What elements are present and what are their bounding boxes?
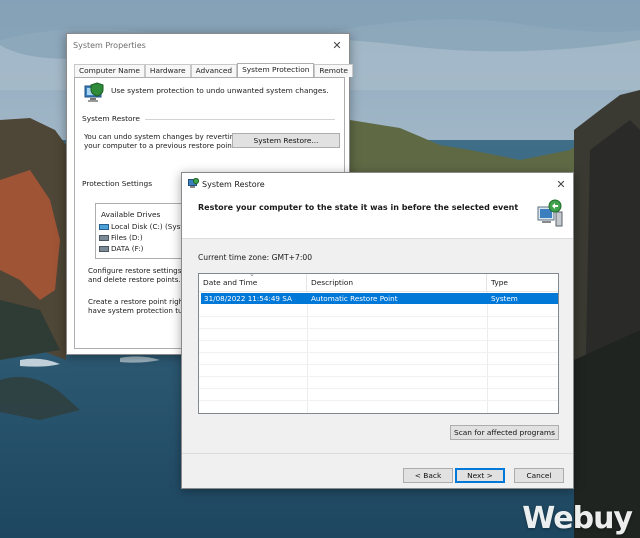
tab-strip: Computer Name Hardware Advanced System P… [74,63,353,77]
system-properties-titlebar[interactable]: System Properties ✕ [67,34,349,56]
tab-computer-name[interactable]: Computer Name [74,64,145,77]
wizard-heading: Restore your computer to the state it wa… [198,203,519,212]
restore-points-table: ⌄ Date and Time Description Type 31/08/2… [198,273,559,414]
row-divider [199,328,558,329]
column-header-type[interactable]: Type [487,274,558,292]
close-icon[interactable]: ✕ [553,176,569,192]
drive-icon [99,223,109,230]
drive-label: DATA (F:) [111,244,144,253]
column-header-date-time-label: Date and Time [203,278,258,287]
column-divider [487,292,488,413]
system-restore-icon [188,177,200,191]
row-divider [199,388,558,389]
back-button[interactable]: < Back [403,468,453,483]
drive-icon [99,245,109,252]
next-button[interactable]: Next > [455,468,505,483]
row-divider [199,316,558,317]
cell-type: System [491,294,518,303]
system-protection-icon [83,82,105,106]
configure-text-line2: and delete restore points. [88,275,181,284]
system-restore-window: System Restore ✕ Restore your computer t… [181,172,574,489]
system-properties-title: System Properties [73,40,146,50]
group-divider [145,119,335,120]
row-divider [199,400,558,401]
row-divider [199,364,558,365]
restore-description-line2: your computer to a previous restore poin… [84,141,237,150]
cell-date-time: 31/08/2022 11:54:49 SA [204,294,292,303]
drive-row-f[interactable]: DATA (F:) [99,244,143,253]
cell-description: Automatic Restore Point [311,294,398,303]
create-text-line2: have system protection turne [88,306,195,315]
system-restore-titlebar[interactable]: System Restore ✕ [182,173,573,195]
tab-advanced[interactable]: Advanced [190,64,238,77]
table-header-row: ⌄ Date and Time Description Type [199,274,558,292]
sort-arrow-icon: ⌄ [249,273,255,278]
column-divider [307,292,308,413]
scan-affected-programs-button[interactable]: Scan for affected programs [450,425,559,440]
table-row[interactable]: 31/08/2022 11:54:49 SA Automatic Restore… [201,293,558,304]
system-restore-group-label: System Restore [82,114,143,123]
current-timezone-label: Current time zone: GMT+7:00 [198,253,313,262]
close-icon[interactable]: ✕ [329,37,345,53]
tab-hardware[interactable]: Hardware [144,64,191,77]
protection-settings-group-label: Protection Settings [82,179,156,188]
cancel-button[interactable]: Cancel [514,468,564,483]
column-header-date-time[interactable]: ⌄ Date and Time [199,274,307,292]
system-restore-button[interactable]: System Restore... [232,133,340,148]
drive-label: Files (D:) [111,233,143,242]
system-restore-icon [535,198,565,232]
tab-remote[interactable]: Remote [314,64,353,77]
tab-system-protection[interactable]: System Protection [237,63,315,77]
watermark-logo: Webuy [522,501,633,536]
column-header-description[interactable]: Description [307,274,487,292]
drive-icon [99,234,109,241]
row-divider [199,376,558,377]
restore-description-line1: You can undo system changes by reverting [84,132,239,141]
available-drives-header: Available Drives [101,210,161,219]
system-protection-intro: Use system protection to undo unwanted s… [111,86,329,95]
row-divider [199,352,558,353]
drive-row-d[interactable]: Files (D:) [99,233,143,242]
row-divider [199,340,558,341]
wizard-footer: < Back Next > Cancel [182,453,573,488]
wizard-header: Restore your computer to the state it wa… [182,195,573,239]
